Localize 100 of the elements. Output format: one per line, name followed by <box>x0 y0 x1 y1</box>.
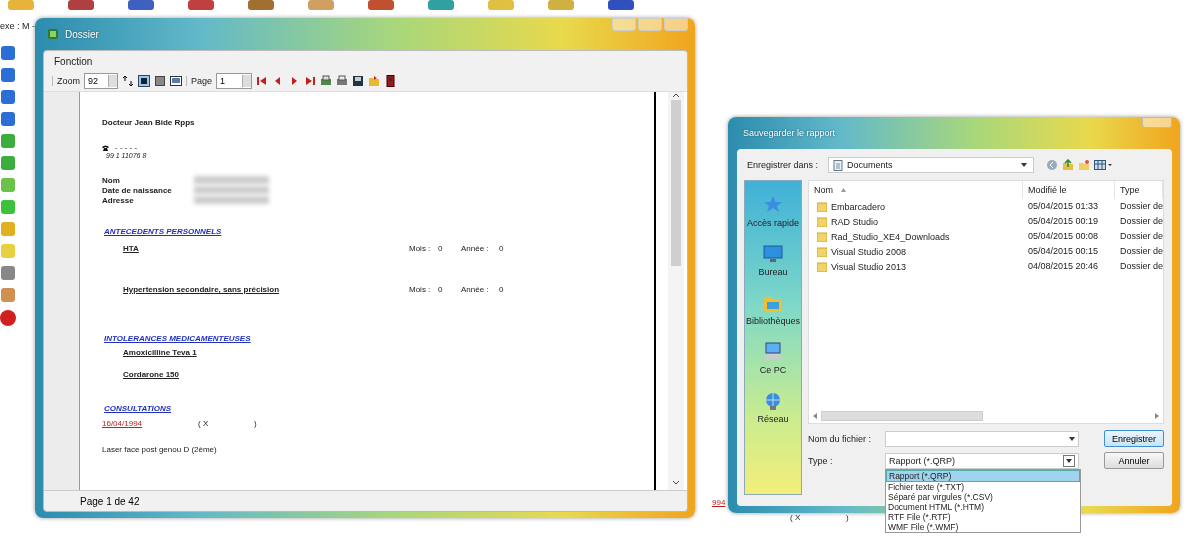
section-heading: INTOLERANCES MEDICAMENTEUSES <box>104 334 251 343</box>
new-folder-icon[interactable] <box>1078 159 1091 171</box>
scrollbar-thumb[interactable] <box>821 411 983 421</box>
text-fragment: ( X <box>790 513 801 522</box>
folder-icon <box>817 261 827 272</box>
cancel-button[interactable]: Annuler <box>1104 452 1164 469</box>
file-name[interactable]: Visual Studio 2008 <box>809 244 1023 259</box>
file-name[interactable]: Embarcadero <box>809 199 1023 214</box>
medication-name: Cordarone 150 <box>123 370 180 379</box>
consultation-note: Laser face post genou D (2ème) <box>102 445 217 454</box>
file-type: Dossier de <box>1119 245 1163 258</box>
page-width-icon[interactable] <box>170 75 182 87</box>
view-menu-icon[interactable] <box>1094 159 1113 171</box>
modified-date: 04/08/2015 20:46 <box>1027 260 1100 273</box>
save-icon[interactable] <box>352 75 365 87</box>
zoom-label: Zoom <box>52 76 80 86</box>
file-type: Dossier de <box>1119 215 1163 228</box>
filename-field[interactable] <box>885 430 1079 447</box>
computer-icon <box>763 342 783 362</box>
single-page-icon[interactable] <box>138 75 150 87</box>
year-value: 0 <box>499 244 505 253</box>
page-label: Page <box>186 76 213 86</box>
month-value: 0 <box>438 285 444 294</box>
zoom-step-icon[interactable] <box>122 75 134 87</box>
diagnosis-name: HTA <box>123 244 140 253</box>
place-item[interactable]: Bureau <box>758 267 788 277</box>
up-folder-icon[interactable] <box>1062 159 1075 171</box>
location-dropdown[interactable]: Documents <box>828 157 1035 173</box>
last-page-icon[interactable] <box>304 75 317 87</box>
year-value: 0 <box>499 285 505 294</box>
scroll-left-icon <box>813 413 817 419</box>
printer-setup-icon[interactable] <box>320 75 333 87</box>
place-item[interactable]: Ce PC <box>759 365 787 375</box>
folder-icon <box>817 246 827 257</box>
scroll-right-icon <box>1155 413 1159 419</box>
exit-icon[interactable] <box>384 75 397 87</box>
diagnosis-name: Hypertension secondaire, sans précision <box>123 285 281 294</box>
star-icon <box>763 195 783 215</box>
save-button[interactable]: Enregistrer <box>1104 430 1164 447</box>
file-type: Dossier de <box>1119 260 1163 273</box>
column-header[interactable]: Nom <box>809 181 1023 199</box>
scroll-up-icon <box>672 92 680 98</box>
printer-icon[interactable] <box>336 75 349 87</box>
caret-icon <box>1066 458 1072 463</box>
caret-icon <box>1021 163 1028 167</box>
file-name[interactable]: RAD Studio <box>809 214 1023 229</box>
section-heading: ANTECEDENTS PERSONNELS <box>104 227 222 236</box>
dropdown-option[interactable]: RTF File (*.RTF) <box>886 511 1080 522</box>
column-header[interactable]: Modifié le <box>1023 181 1115 199</box>
month-label: Mois : <box>409 244 432 253</box>
sort-arrow-icon <box>841 188 846 192</box>
text-fragment: 994 <box>712 498 726 507</box>
modified-date: 05/04/2015 01:33 <box>1027 200 1100 213</box>
paren-text: ( X <box>198 419 210 428</box>
year-label: Année : <box>461 244 490 253</box>
scrollbar-thumb[interactable] <box>671 100 681 266</box>
text-fragment: ) <box>846 513 849 522</box>
paren-text: ) <box>254 419 258 428</box>
file-type: Dossier de <box>1119 200 1163 213</box>
place-item[interactable]: Bibliothèques <box>745 316 800 326</box>
folder-icon <box>817 216 827 227</box>
multi-page-icon[interactable] <box>154 75 166 87</box>
page-spinbox[interactable]: 1 <box>216 73 253 89</box>
medication-name: Amoxicilline Teva 1 <box>123 348 197 357</box>
file-name[interactable]: Visual Studio 2013 <box>809 259 1023 274</box>
globe-icon <box>763 391 783 411</box>
dropdown-option[interactable]: Séparé par virgules (*.CSV) <box>886 491 1080 502</box>
field-label: Adresse <box>102 196 135 205</box>
doctor-name: Docteur Jean Bide Rpps <box>102 118 195 127</box>
phone-dots: - - - - - <box>115 143 138 152</box>
caret-icon <box>1069 436 1075 441</box>
dropdown-option[interactable]: Fichier texte (*.TXT) <box>886 481 1080 492</box>
file-name[interactable]: Rad_Studio_XE4_Downloads <box>809 229 1023 244</box>
first-page-icon[interactable] <box>256 75 269 87</box>
place-item[interactable]: Réseau <box>757 414 789 424</box>
place-item[interactable]: Accès rapide <box>747 218 799 228</box>
modified-date: 05/04/2015 00:08 <box>1027 230 1100 243</box>
month-label: Mois : <box>409 285 432 294</box>
phone-icon <box>102 144 109 151</box>
menu-item[interactable]: Fonction <box>54 55 93 67</box>
field-label: Nom <box>102 176 121 185</box>
dropdown-option[interactable]: Rapport (*.QRP) <box>886 469 1080 482</box>
dialog-title: Sauvegarder le rapport <box>743 128 836 138</box>
column-header[interactable]: Type <box>1115 181 1163 199</box>
modified-date: 05/04/2015 00:19 <box>1027 215 1100 228</box>
file-type: Dossier de <box>1119 230 1163 243</box>
filename-label: Nom du fichier : <box>808 433 873 444</box>
open-folder-icon[interactable] <box>368 75 381 87</box>
zoom-spinbox[interactable]: 92 <box>84 73 118 89</box>
page-counter: Page 1 de 42 <box>80 495 140 507</box>
window-title: Dossier <box>65 28 99 40</box>
modified-date: 05/04/2015 00:15 <box>1027 245 1100 258</box>
dropdown-option[interactable]: Document HTML (*.HTM) <box>886 501 1080 512</box>
dropdown-option[interactable]: WMF File (*.WMF) <box>886 521 1080 532</box>
monitor-icon <box>763 244 783 264</box>
consultation-date[interactable]: 16/04/1994 <box>102 419 198 428</box>
window-caption: exe : M - <box>0 21 35 31</box>
document-icon <box>833 159 844 171</box>
folder-icon <box>817 231 827 242</box>
vertical-scrollbar[interactable] <box>668 92 684 490</box>
